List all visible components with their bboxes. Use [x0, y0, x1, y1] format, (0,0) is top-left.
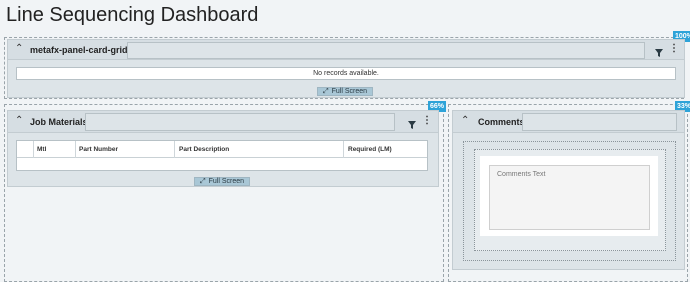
chevron-up-icon[interactable]: ⌃	[15, 44, 23, 54]
chevron-up-icon[interactable]: ⌃	[461, 116, 469, 126]
expand-icon: ⤢	[199, 177, 206, 185]
column-header-part-description[interactable]: Part Description	[179, 146, 229, 153]
panel-title-input[interactable]	[85, 113, 395, 131]
filter-icon[interactable]	[407, 117, 417, 135]
filter-icon[interactable]	[654, 45, 664, 63]
column-divider	[33, 141, 34, 158]
panel-title: Job Materials	[30, 117, 88, 127]
panel-title: metafx-panel-card-grid-1	[30, 45, 136, 55]
column-header-part-number[interactable]: Part Number	[79, 146, 118, 153]
kebab-menu-icon[interactable]: ⋮	[669, 44, 679, 54]
empty-message: No records available.	[313, 70, 379, 77]
kebab-menu-icon[interactable]: ⋮	[422, 116, 432, 126]
column-divider	[75, 141, 76, 158]
panel-title-input[interactable]	[522, 113, 677, 131]
panel-title: Comments	[478, 117, 525, 127]
full-screen-button[interactable]: ⤢ Full Screen	[317, 87, 373, 96]
expand-icon: ⤢	[322, 87, 329, 95]
records-grid: No records available.	[16, 67, 676, 80]
column-header-mtl[interactable]: Mtl	[37, 146, 46, 153]
full-screen-label: Full Screen	[208, 178, 244, 185]
full-screen-button[interactable]: ⤢ Full Screen	[194, 177, 250, 186]
full-screen-label: Full Screen	[331, 88, 367, 95]
chevron-up-icon[interactable]: ⌃	[15, 116, 23, 126]
column-header-required[interactable]: Required (LM)	[348, 146, 392, 153]
page-title: Line Sequencing Dashboard	[6, 4, 259, 26]
comments-textarea[interactable]: Comments Text	[489, 165, 650, 230]
panel-title-input[interactable]	[127, 42, 645, 59]
column-divider	[343, 141, 344, 158]
job-materials-grid: Mtl Part Number Part Description Require…	[16, 140, 428, 171]
column-divider	[174, 141, 175, 158]
